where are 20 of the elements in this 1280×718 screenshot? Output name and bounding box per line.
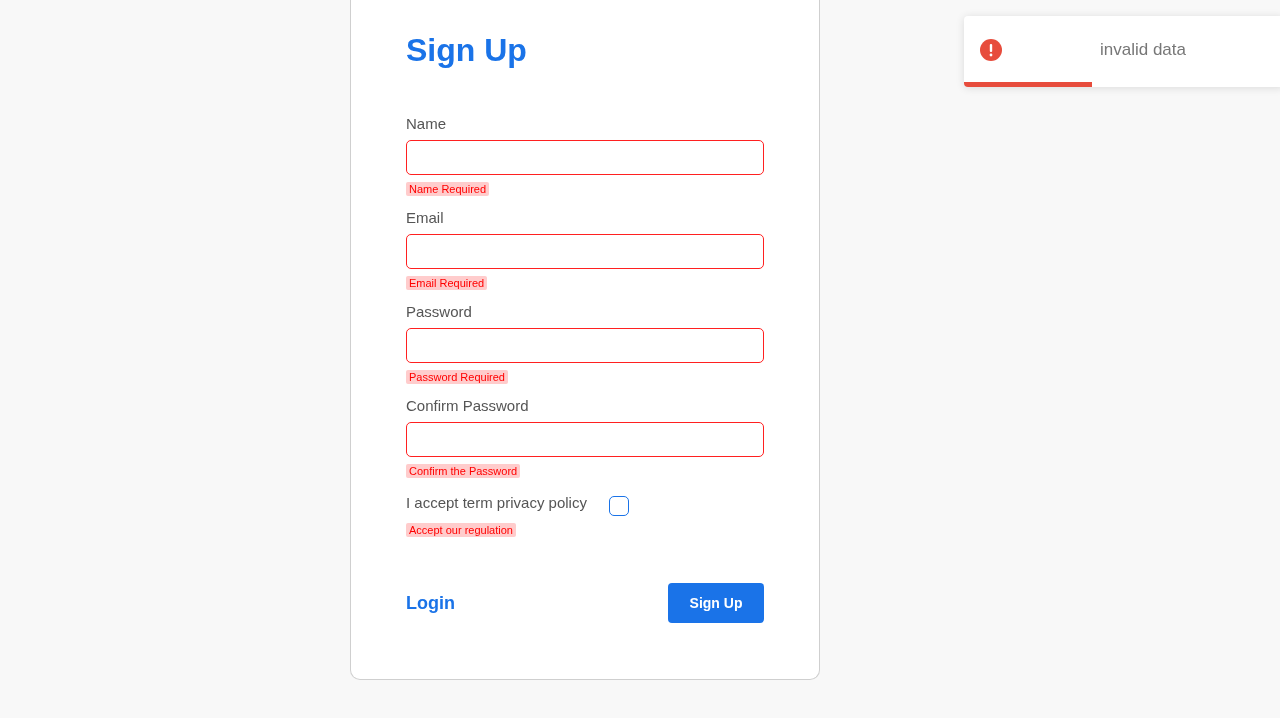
field-label: Name (406, 114, 446, 134)
field-label: Email (406, 208, 444, 228)
input-field[interactable] (406, 328, 764, 363)
toast-message: invalid data (1100, 39, 1186, 62)
error-message: Confirm the Password (406, 464, 521, 478)
sign-up-button[interactable]: Sign Up (668, 583, 764, 623)
login-link[interactable]: Login (406, 589, 455, 617)
terms-label: I accept term privacy policy (406, 493, 587, 513)
field-label: Confirm Password (406, 396, 529, 416)
error-message: Accept our regulation (406, 523, 516, 537)
terms-checkbox[interactable] (608, 496, 629, 516)
input-field[interactable] (406, 422, 764, 457)
error-message: Name Required (406, 182, 490, 196)
error-message: Email Required (406, 276, 488, 290)
error-message: Password Required (406, 370, 508, 384)
input-field[interactable] (406, 234, 764, 269)
input-field[interactable] (406, 140, 764, 175)
form-title: Sign Up (406, 31, 527, 70)
field-label: Password (406, 302, 472, 322)
error-icon (980, 39, 1002, 61)
